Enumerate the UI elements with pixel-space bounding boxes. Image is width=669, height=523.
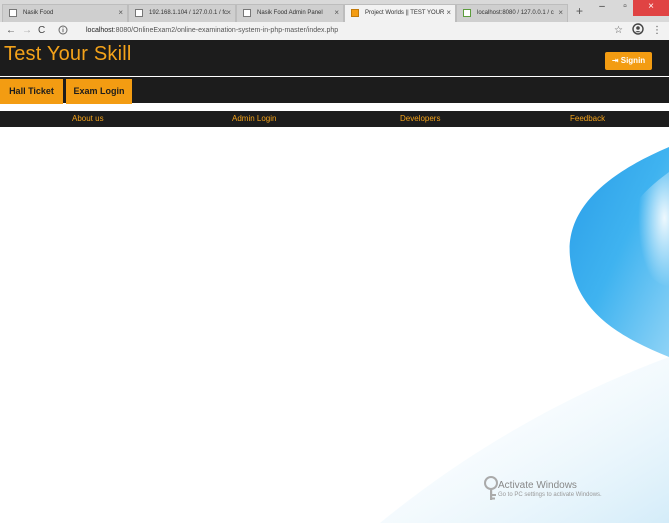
signin-icon: ⇥	[611, 56, 619, 65]
back-icon[interactable]: ←	[6, 24, 16, 38]
tab-title: Nasik Food Admin Panel	[257, 10, 323, 16]
url-path: :8080/OnlineExam2/online-examination-sys…	[113, 27, 339, 34]
page-icon	[243, 9, 251, 17]
browser-tab-bar: Nasik Food × 192.168.1.104 / 127.0.0.1 /…	[0, 0, 669, 22]
browser-tab[interactable]: Nasik Food ×	[2, 4, 128, 22]
brand-title: Test Your Skill	[4, 43, 132, 65]
page-icon	[9, 9, 17, 17]
close-tab-icon[interactable]: ×	[446, 5, 451, 21]
watermark-title: Activate Windows	[498, 480, 577, 491]
close-tab-icon[interactable]: ×	[334, 5, 339, 21]
close-tab-icon[interactable]: ×	[118, 5, 123, 21]
menu-kebab-icon[interactable]: ⋮	[652, 24, 662, 38]
signin-label: Signin	[620, 56, 646, 65]
close-window-button[interactable]: ×	[633, 0, 669, 16]
info-icon[interactable]	[58, 25, 68, 40]
browser-tab[interactable]: localhost:8080 / 127.0.0.1 / c ×	[456, 4, 568, 22]
forward-icon[interactable]: →	[22, 24, 32, 38]
page-icon	[135, 9, 143, 17]
new-tab-button[interactable]: +	[576, 4, 583, 18]
watermark-subtitle: Go to PC settings to activate Windows.	[498, 492, 602, 498]
tab-title: localhost:8080 / 127.0.0.1 / c	[477, 10, 554, 16]
tab-title: Project Worlds || TEST YOUR	[365, 10, 445, 16]
browser-tab[interactable]: Nasik Food Admin Panel ×	[236, 4, 344, 22]
menu-about-us[interactable]: About us	[72, 111, 104, 127]
menu-developers[interactable]: Developers	[400, 111, 440, 127]
signin-button[interactable]: ⇥ Signin	[605, 52, 652, 70]
browser-tab-active[interactable]: Project Worlds || TEST YOUR ×	[344, 4, 456, 22]
page-icon	[351, 9, 359, 17]
account-icon[interactable]	[632, 23, 644, 40]
hall-ticket-button[interactable]: Hall Ticket	[0, 79, 63, 104]
close-tab-icon[interactable]: ×	[558, 5, 563, 21]
address-bar: ← → C localhost:8080/OnlineExam2/online-…	[0, 22, 669, 41]
menu-admin-login[interactable]: Admin Login	[232, 111, 276, 127]
tab-title: 192.168.1.104 / 127.0.0.1 / fc	[149, 10, 228, 16]
activate-windows-watermark: Activate Windows Go to PC settings to ac…	[498, 480, 602, 498]
site-header: Test Your Skill	[0, 40, 669, 76]
tab-title: Nasik Food	[23, 10, 54, 16]
url-field[interactable]: localhost:8080/OnlineExam2/online-examin…	[86, 25, 338, 37]
reload-icon[interactable]: C	[38, 24, 45, 38]
close-tab-icon[interactable]: ×	[226, 5, 231, 21]
background-swoosh	[380, 147, 669, 523]
page-icon	[463, 9, 471, 17]
browser-tab[interactable]: 192.168.1.104 / 127.0.0.1 / fc ×	[128, 4, 236, 22]
exam-login-button[interactable]: Exam Login	[66, 79, 132, 104]
menu-feedback[interactable]: Feedback	[570, 111, 605, 127]
url-host: localhost	[86, 27, 114, 34]
page-background	[0, 127, 669, 523]
bookmark-star-icon[interactable]: ☆	[614, 24, 623, 38]
